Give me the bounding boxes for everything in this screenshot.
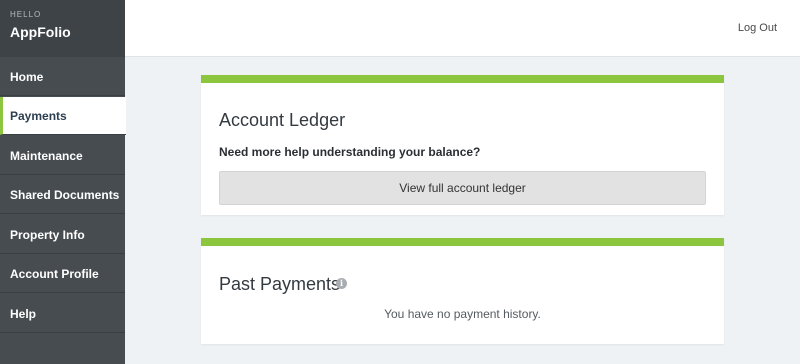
sidebar-item-maintenance[interactable]: Maintenance [0, 137, 125, 175]
past-payments-title: Past Payments [219, 274, 341, 294]
ledger-help-text: Need more help understanding your balanc… [219, 145, 481, 159]
sidebar-item-home[interactable]: Home [0, 58, 125, 96]
account-ledger-card: Account Ledger Need more help understand… [201, 75, 724, 215]
brand-greeting: HELLO [10, 10, 42, 19]
sidebar-item-property-info[interactable]: Property Info [0, 216, 125, 254]
logout-link[interactable]: Log Out [738, 22, 777, 34]
past-payments-card: Past Payments i You have no payment hist… [201, 238, 724, 344]
sidebar: HELLO AppFolio Home Payments Maintenance… [0, 0, 126, 364]
sidebar-item-shared-documents[interactable]: Shared Documents [0, 176, 125, 214]
sidebar-item-help[interactable]: Help [0, 295, 125, 333]
sidebar-item-payments[interactable]: Payments [0, 97, 126, 135]
view-ledger-button[interactable]: View full account ledger [219, 171, 706, 205]
empty-payments-message: You have no payment history. [384, 307, 541, 321]
brand: HELLO AppFolio [0, 0, 125, 57]
sidebar-item-account-profile[interactable]: Account Profile [0, 255, 125, 293]
top-bar: Log Out [125, 0, 800, 57]
brand-name[interactable]: AppFolio [10, 24, 125, 40]
account-ledger-title: Account Ledger [219, 110, 346, 130]
info-icon[interactable]: i [336, 278, 347, 289]
